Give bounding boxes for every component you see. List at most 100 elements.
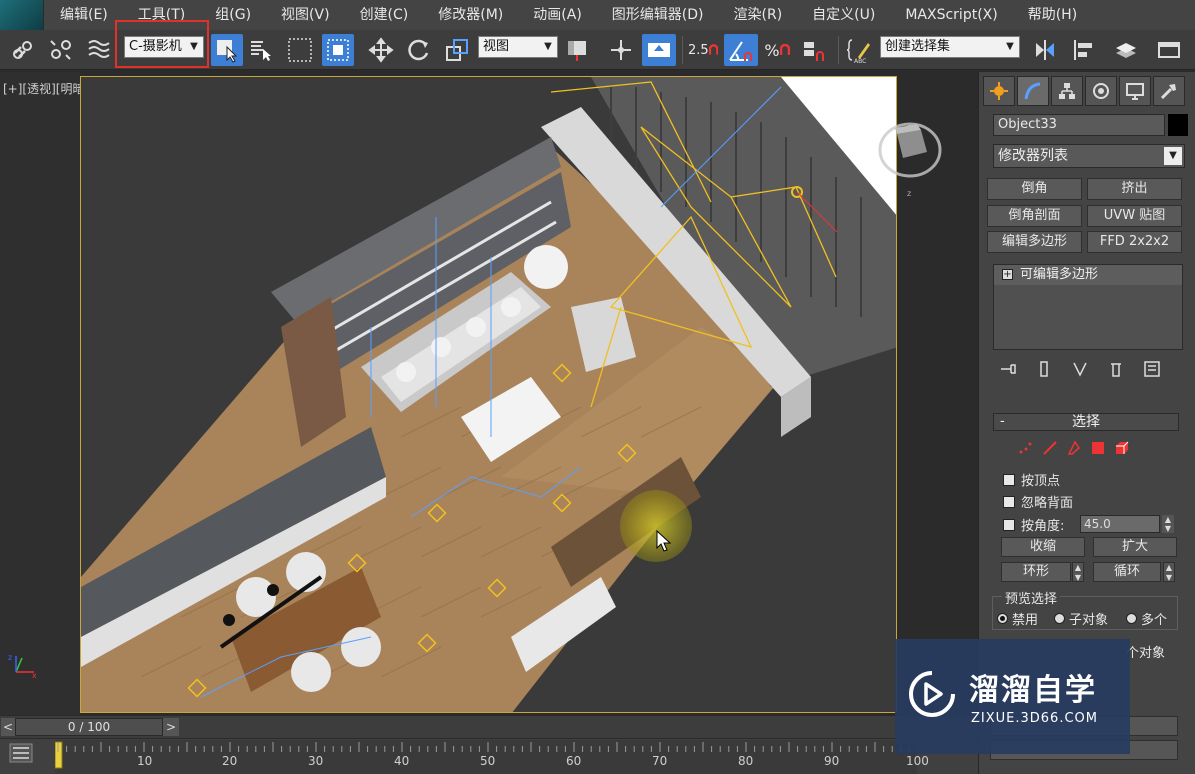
uvw-map-button[interactable]: UVW 贴图 <box>1087 205 1182 227</box>
hierarchy-tab-icon[interactable] <box>1051 76 1083 106</box>
ffd-button[interactable]: FFD 2x2x2 <box>1087 231 1182 253</box>
unlink-icon[interactable] <box>46 34 76 66</box>
make-unique-icon[interactable] <box>1071 360 1089 378</box>
menu-edit[interactable]: 编辑(E) <box>44 0 123 30</box>
named-selection-dropdown[interactable]: 创建选择集 ▼ <box>880 36 1020 58</box>
tick-label: 70 <box>652 754 668 768</box>
menu-rendering[interactable]: 渲染(R) <box>719 0 798 30</box>
keyboard-shortcut-override-button[interactable] <box>642 34 676 66</box>
time-slider-next-icon[interactable]: > <box>163 718 179 736</box>
ignore-backfacing-checkbox[interactable] <box>1003 495 1015 508</box>
menu-create[interactable]: 创建(C) <box>345 0 424 30</box>
expand-icon[interactable]: + <box>1002 269 1013 280</box>
select-manipulate-icon[interactable] <box>606 34 636 66</box>
ignore-backfacing-option[interactable]: 忽略背面 <box>1003 492 1073 511</box>
viewcube-icon[interactable]: z <box>877 112 943 198</box>
layer-manager-icon[interactable] <box>1110 34 1142 66</box>
remove-modifier-icon[interactable] <box>1107 360 1125 378</box>
preview-subobject-label: 子对象 <box>1069 613 1109 628</box>
time-slider-prev-icon[interactable]: < <box>1 718 15 736</box>
grow-button[interactable]: 扩大 <box>1093 537 1177 557</box>
object-name-field[interactable]: Object33 <box>993 114 1165 136</box>
pin-stack-icon[interactable] <box>999 360 1017 378</box>
preview-subobject-option[interactable]: 子对象 <box>1054 609 1108 628</box>
link-icon[interactable] <box>8 34 38 66</box>
utilities-tab-icon[interactable] <box>1153 76 1185 106</box>
preview-disabled-option[interactable]: 禁用 <box>997 609 1038 628</box>
perspective-viewport[interactable] <box>80 76 897 713</box>
left-viewport-strip <box>0 72 80 715</box>
border-icon[interactable] <box>1066 440 1082 456</box>
ring-spinner[interactable]: ▲ ▼ <box>1072 562 1084 582</box>
modifier-stack-item[interactable]: + 可编辑多边形 <box>994 265 1182 285</box>
by-vertex-checkbox[interactable] <box>1003 473 1015 486</box>
reference-coordinate-dropdown[interactable]: 视图 ▼ <box>478 36 558 58</box>
mini-curve-editor-icon[interactable] <box>8 742 34 764</box>
by-angle-option[interactable]: 按角度: <box>1003 515 1064 534</box>
edit-named-selection-icon[interactable]: ABC <box>844 34 874 66</box>
menu-views[interactable]: 视图(V) <box>266 0 345 30</box>
menu-tools[interactable]: 工具(T) <box>123 0 200 30</box>
snap-toggle-button[interactable]: 2.5 <box>688 34 718 66</box>
preview-subobject-radio[interactable] <box>1054 613 1065 624</box>
selection-rollout-header[interactable]: - 选择 <box>993 413 1179 431</box>
time-slider-thumb[interactable]: 0 / 100 <box>15 718 163 736</box>
angle-value-field[interactable]: 45.0 <box>1080 515 1160 533</box>
element-icon[interactable] <box>1114 440 1130 456</box>
angle-spinner[interactable]: ▲ ▼ <box>1162 515 1174 533</box>
selection-filter-dropdown[interactable]: C-摄影机 ▼ <box>124 36 204 58</box>
svg-text:ABC: ABC <box>854 58 866 63</box>
tick-label: 30 <box>308 754 324 768</box>
menu-group[interactable]: 组(G) <box>200 0 266 30</box>
modify-tab-icon[interactable] <box>1017 76 1049 106</box>
menu-help[interactable]: 帮助(H) <box>1013 0 1092 30</box>
select-object-button[interactable] <box>211 34 243 66</box>
select-by-name-icon[interactable] <box>246 34 276 66</box>
rect-selection-region-icon[interactable] <box>284 34 316 66</box>
bevel-button[interactable]: 倒角 <box>987 178 1082 200</box>
angle-snap-button[interactable] <box>724 34 758 66</box>
loop-spinner[interactable]: ▲ ▼ <box>1163 562 1175 582</box>
bevel-profile-button[interactable]: 倒角剖面 <box>987 205 1082 227</box>
configure-modifier-sets-icon[interactable] <box>1143 360 1161 378</box>
show-end-result-icon[interactable] <box>1035 360 1053 378</box>
ignore-backfacing-label: 忽略背面 <box>1021 496 1074 511</box>
spinner-snap-icon[interactable] <box>798 34 830 66</box>
preview-disabled-radio[interactable] <box>997 613 1008 624</box>
object-color-swatch[interactable] <box>1168 114 1188 136</box>
create-tab-icon[interactable] <box>983 76 1015 106</box>
move-icon[interactable] <box>366 34 396 66</box>
polygon-icon[interactable] <box>1090 440 1106 456</box>
mirror-icon[interactable] <box>1028 34 1062 66</box>
display-tab-icon[interactable] <box>1119 76 1151 106</box>
loop-button[interactable]: 循环 <box>1093 562 1161 582</box>
align-icon[interactable] <box>1068 34 1100 66</box>
menu-maxscript[interactable]: MAXScript(X) <box>890 0 1012 30</box>
by-angle-checkbox[interactable] <box>1003 518 1015 531</box>
bind-space-warp-icon[interactable] <box>84 34 114 66</box>
chevron-down-icon: ▼ <box>1006 41 1014 52</box>
ring-button[interactable]: 环形 <box>1001 562 1071 582</box>
by-vertex-option[interactable]: 按顶点 <box>1003 470 1060 489</box>
menu-animation[interactable]: 动画(A) <box>518 0 597 30</box>
vertex-icon[interactable] <box>1018 440 1034 456</box>
modifier-list-dropdown[interactable]: 修改器列表 ▼ <box>993 144 1185 168</box>
preview-multi-option[interactable]: 多个 <box>1126 609 1167 628</box>
motion-tab-icon[interactable] <box>1085 76 1117 106</box>
edge-icon[interactable] <box>1042 440 1058 456</box>
menu-modifiers[interactable]: 修改器(M) <box>423 0 518 30</box>
edit-poly-button[interactable]: 编辑多边形 <box>987 231 1082 253</box>
rotate-icon[interactable] <box>404 34 434 66</box>
scale-icon[interactable] <box>442 34 472 66</box>
command-panel-tabs <box>980 76 1195 106</box>
percent-snap-button[interactable]: % <box>762 34 792 66</box>
pivot-center-icon[interactable] <box>562 34 592 66</box>
extrude-button[interactable]: 挤出 <box>1087 178 1182 200</box>
graphite-ribbon-icon[interactable] <box>1152 34 1186 66</box>
shrink-button[interactable]: 收缩 <box>1001 537 1085 557</box>
preview-multi-radio[interactable] <box>1126 613 1137 624</box>
menu-customize[interactable]: 自定义(U) <box>797 0 890 30</box>
menu-graph-editors[interactable]: 图形编辑器(D) <box>597 0 719 30</box>
app-logo[interactable] <box>0 0 44 30</box>
window-crossing-button[interactable] <box>322 34 354 66</box>
